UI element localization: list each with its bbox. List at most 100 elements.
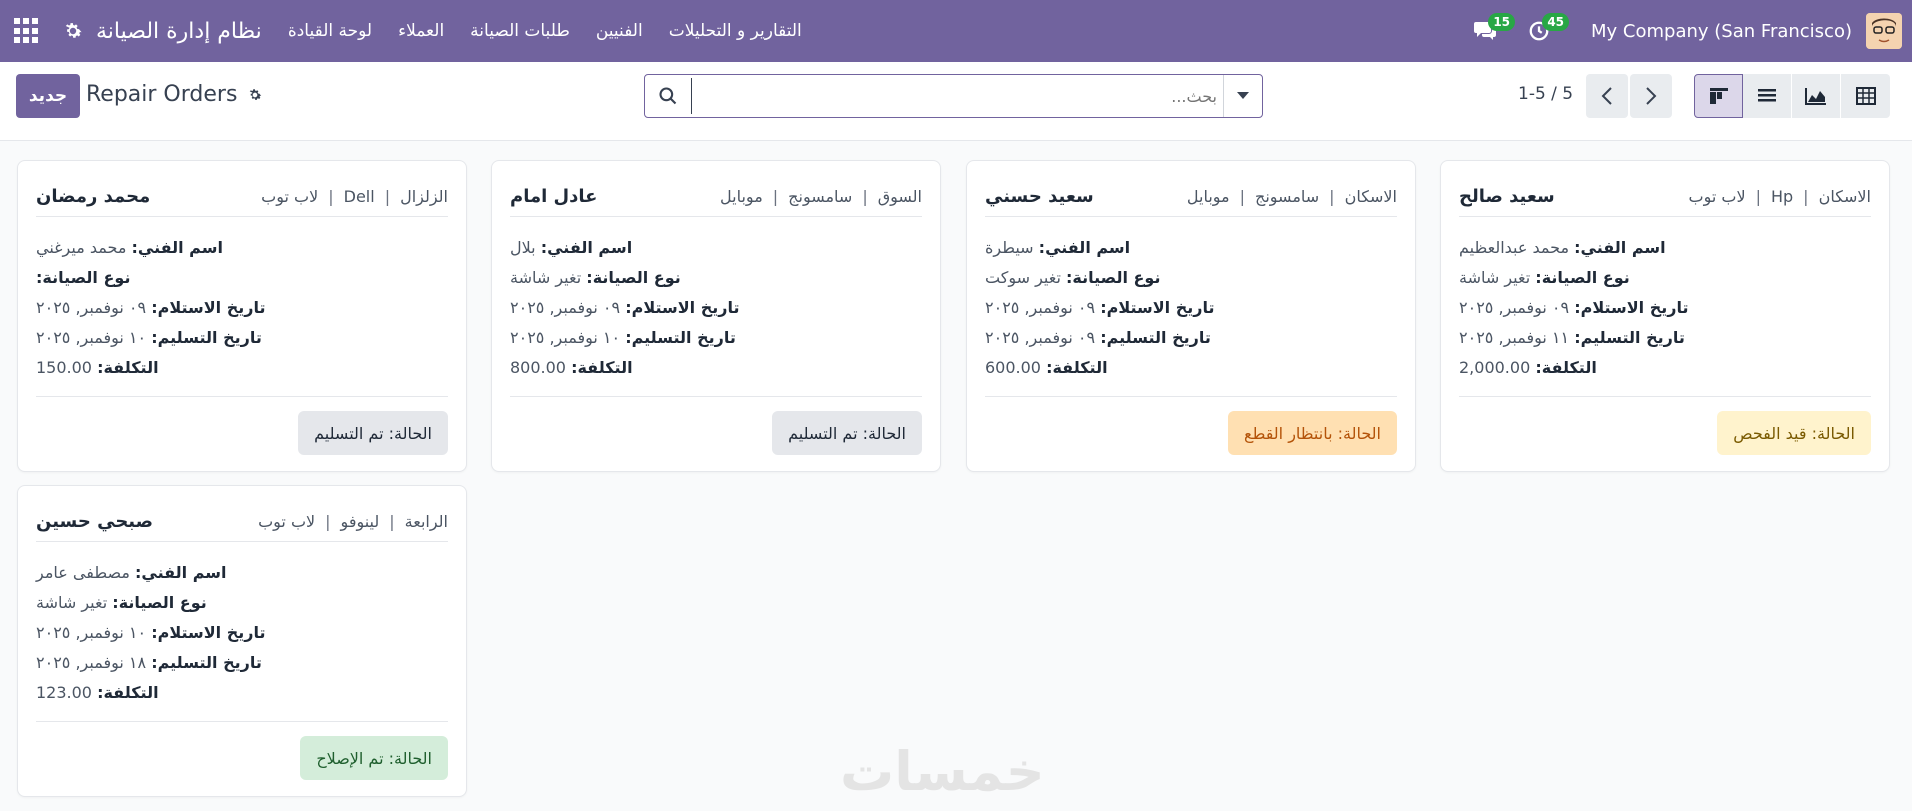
cost-label: التكلفة: — [571, 358, 633, 377]
customer-name: سعيد صالح — [1459, 185, 1555, 207]
graph-view-button[interactable] — [1792, 74, 1841, 118]
gear-icon[interactable] — [247, 87, 263, 103]
kanban-icon — [1709, 88, 1728, 104]
tag-device-type: لاب توب — [258, 511, 316, 531]
delivered-date-label: تاريخ التسليم: — [625, 328, 736, 347]
status-value: تم الإصلاح — [316, 748, 384, 768]
status-badge[interactable]: الحالة: تم التسليم — [772, 411, 922, 455]
delivered-date-value: ١١ نوفمبر, ٢٠٢٥ — [1459, 328, 1570, 347]
pager-previous-button[interactable] — [1586, 74, 1628, 118]
repair-order-card[interactable]: محمد رمضان لاب توب | Dell | الزلزال اسم … — [17, 160, 467, 472]
cost-label: التكلفة: — [97, 358, 159, 377]
tag-brand: سامسونج — [1255, 186, 1320, 206]
menu-repair-requests[interactable]: طلبات الصيانة — [470, 21, 570, 41]
tag-area: السوق — [877, 186, 922, 206]
repair-order-card[interactable]: سعيد حسني موبايل | سامسونج | الاسكان اسم… — [966, 160, 1416, 472]
delivered-date-label: تاريخ التسليم: — [1100, 328, 1211, 347]
status-value: بانتظار القطع — [1244, 423, 1333, 443]
tag-brand: لينوفو — [340, 511, 380, 531]
search-bar — [644, 74, 1263, 118]
tag-area: الزلزال — [400, 186, 448, 206]
top-navbar: نظام إدارة الصيانة لوحة القيادة العملاء … — [0, 0, 1912, 62]
delivered-date-label: تاريخ التسليم: — [151, 328, 262, 347]
technician-label: اسم الفني: — [131, 238, 223, 257]
view-switcher — [1694, 74, 1890, 118]
tag-brand: Hp — [1770, 186, 1794, 206]
repair-order-card[interactable]: صبحي حسين لاب توب | لينوفو | الرابعة اسم… — [17, 485, 467, 797]
cost-label: التكلفة: — [1535, 358, 1597, 377]
new-button[interactable]: جديد — [16, 74, 80, 118]
status-badge[interactable]: الحالة: تم الإصلاح — [300, 736, 448, 780]
tag-device-type: موبايل — [1186, 186, 1230, 206]
activities-button[interactable]: 45 — [1523, 13, 1570, 47]
status-badge[interactable]: الحالة: قيد الفحص — [1717, 411, 1871, 455]
technician-label: اسم الفني: — [135, 563, 227, 582]
tag-brand: سامسونج — [788, 186, 853, 206]
tags: لاب توب | لينوفو | الرابعة — [258, 511, 448, 531]
divider — [36, 396, 448, 397]
cost-label: التكلفة: — [97, 683, 159, 702]
tag-device-type: لاب توب — [1688, 186, 1746, 206]
status-value: تم التسليم — [788, 423, 858, 443]
technician-value: محمد عبدالعظيم — [1459, 238, 1570, 257]
divider — [1459, 396, 1871, 397]
technician-value: مصطفى عامر — [36, 563, 130, 582]
search-input[interactable] — [691, 78, 1223, 114]
menu-dashboard[interactable]: لوحة القيادة — [288, 21, 372, 41]
repair-type-label: نوع الصيانة: — [36, 268, 131, 287]
caret-down-icon — [1237, 92, 1249, 99]
received-date-label: تاريخ الاستلام: — [151, 298, 266, 317]
menu-customers[interactable]: العملاء — [398, 21, 444, 41]
tag-area: الاسكان — [1818, 186, 1871, 206]
tag-brand: Dell — [343, 186, 375, 206]
search-icon[interactable] — [645, 86, 691, 106]
received-date-value: ٠٩ نوفمبر, ٢٠٢٥ — [1459, 298, 1570, 317]
pager-next-button[interactable] — [1630, 74, 1672, 118]
pivot-view-button[interactable] — [1841, 74, 1890, 118]
technician-value: محمد ميرغني — [36, 238, 127, 257]
cost-value: 800.00 — [510, 358, 566, 377]
tags: موبايل | سامسونج | السوق — [720, 186, 922, 206]
avatar[interactable] — [1866, 13, 1902, 49]
messages-button[interactable]: 15 — [1469, 13, 1516, 47]
app-name[interactable]: نظام إدارة الصيانة — [96, 19, 262, 44]
repair-type-value: تغير شاشة — [1459, 268, 1531, 287]
list-icon — [1758, 89, 1776, 102]
kanban-view-button[interactable] — [1694, 74, 1743, 118]
repair-type-value: تغير شاشة — [36, 593, 108, 612]
divider — [36, 541, 448, 542]
menu-technicians[interactable]: الفنيين — [596, 21, 643, 41]
status-badge[interactable]: الحالة: بانتظار القطع — [1228, 411, 1397, 455]
gear-icon[interactable] — [60, 18, 86, 44]
received-date-label: تاريخ الاستلام: — [625, 298, 740, 317]
list-view-button[interactable] — [1743, 74, 1792, 118]
page-title: Repair Orders — [86, 82, 238, 107]
repair-type-value: تغير سوكت — [985, 268, 1061, 287]
delivered-date-label: تاريخ التسليم: — [151, 653, 262, 672]
divider — [510, 216, 922, 217]
tag-area: الاسكان — [1344, 186, 1397, 206]
delivered-date-value: ١٨ نوفمبر, ٢٠٢٥ — [36, 653, 147, 672]
delivered-date-value: ١٠ نوفمبر, ٢٠٢٥ — [36, 328, 147, 347]
menu-reports[interactable]: التقارير و التحليلات — [669, 21, 802, 41]
technician-label: اسم الفني: — [540, 238, 633, 257]
messages-badge: 15 — [1488, 13, 1516, 31]
status-badge[interactable]: الحالة: تم التسليم — [298, 411, 448, 455]
customer-name: صبحي حسين — [36, 510, 154, 532]
delivered-date-value: ٠٩ نوفمبر, ٢٠٢٥ — [985, 328, 1096, 347]
search-options-dropdown[interactable] — [1223, 75, 1262, 117]
cost-value: 600.00 — [985, 358, 1041, 377]
tag-device-type: لاب توب — [261, 186, 319, 206]
repair-order-card[interactable]: عادل امام موبايل | سامسونج | السوق اسم ا… — [491, 160, 941, 472]
watermark: خمسات — [840, 740, 1045, 803]
repair-order-card[interactable]: سعيد صالح لاب توب | Hp | الاسكان اسم الف… — [1440, 160, 1890, 472]
status-value: قيد الفحص — [1733, 423, 1807, 443]
company-switcher[interactable]: My Company (San Francisco) — [1591, 21, 1852, 42]
divider — [36, 721, 448, 722]
apps-menu-icon[interactable] — [14, 18, 40, 44]
technician-label: اسم الفني: — [1574, 238, 1666, 257]
received-date-label: تاريخ الاستلام: — [1574, 298, 1689, 317]
received-date-value: ٠٩ نوفمبر, ٢٠٢٥ — [36, 298, 147, 317]
tags: موبايل | سامسونج | الاسكان — [1186, 186, 1397, 206]
pager-value[interactable]: 1-5 / 5 — [1518, 84, 1573, 104]
